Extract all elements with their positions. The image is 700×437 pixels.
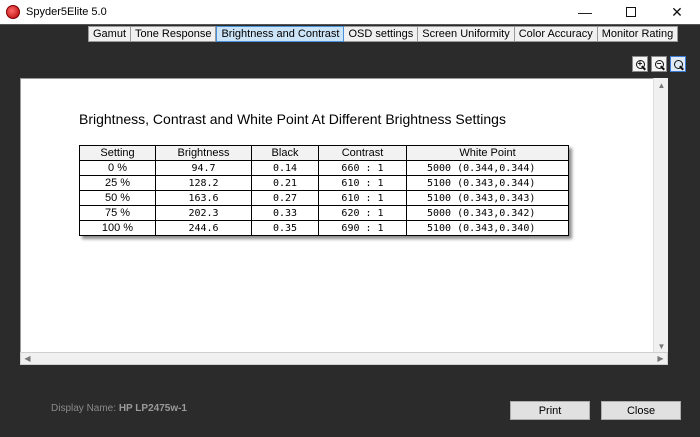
- display-name-value: HP LP2475w-1: [118, 403, 187, 414]
- horizontal-scrollbar[interactable]: ◀ ▶: [20, 352, 668, 365]
- minimize-button[interactable]: —: [562, 0, 608, 24]
- cell-contrast: 660 : 1: [318, 160, 407, 176]
- zoom-out-button[interactable]: −: [651, 56, 667, 72]
- column-header-contrast: Contrast: [318, 145, 407, 161]
- cell-contrast: 690 : 1: [318, 220, 407, 236]
- column-header-setting: Setting: [79, 145, 156, 161]
- column-header-brightness: Brightness: [155, 145, 252, 161]
- cell-white-point: 5100 (0.343,0.344): [406, 175, 569, 191]
- maximize-button[interactable]: [608, 0, 654, 24]
- print-button[interactable]: Print: [510, 401, 590, 420]
- cell-black: 0.21: [251, 175, 319, 191]
- table-row: 75 % 202.3 0.33 620 : 1 5000 (0.343,0.34…: [79, 205, 569, 221]
- scroll-up-icon[interactable]: ▲: [654, 78, 669, 92]
- brightness-contrast-table: Setting Brightness Black Contrast White …: [79, 145, 569, 236]
- cell-brightness: 202.3: [155, 205, 252, 221]
- zoom-in-button[interactable]: +: [632, 56, 648, 72]
- tab-bar: Gamut Tone Response Brightness and Contr…: [88, 26, 679, 42]
- tab-gamut[interactable]: Gamut: [89, 27, 132, 41]
- cell-black: 0.35: [251, 220, 319, 236]
- cell-brightness: 94.7: [155, 160, 252, 176]
- cell-black: 0.33: [251, 205, 319, 221]
- app-logo-icon: [6, 5, 20, 19]
- tab-monitor-rating[interactable]: Monitor Rating: [597, 27, 678, 41]
- scroll-right-icon[interactable]: ▶: [654, 353, 667, 364]
- cell-brightness: 163.6: [155, 190, 252, 206]
- tab-brightness-and-contrast[interactable]: Brightness and Contrast: [216, 26, 345, 42]
- table-row: 100 % 244.6 0.35 690 : 1 5100 (0.343,0.3…: [79, 220, 569, 236]
- cell-setting: 100 %: [79, 220, 156, 236]
- display-name-label: Display Name:: [51, 403, 117, 414]
- title-bar: Spyder5Elite 5.0 — ✕: [0, 0, 700, 24]
- cell-white-point: 5100 (0.343,0.340): [406, 220, 569, 236]
- cell-white-point: 5000 (0.344,0.344): [406, 160, 569, 176]
- report-title: Brightness, Contrast and White Point At …: [79, 111, 506, 127]
- column-header-black: Black: [251, 145, 319, 161]
- maximize-icon: [626, 7, 636, 17]
- cell-white-point: 5000 (0.343,0.342): [406, 205, 569, 221]
- cell-white-point: 5100 (0.343,0.343): [406, 190, 569, 206]
- tab-screen-uniformity[interactable]: Screen Uniformity: [418, 27, 515, 41]
- tab-osd-settings[interactable]: OSD settings: [344, 27, 419, 41]
- zoom-fit-button[interactable]: [670, 56, 686, 72]
- column-header-white-point: White Point: [406, 145, 569, 161]
- vertical-scrollbar[interactable]: ▲ ▼: [653, 78, 668, 353]
- table-row: 25 % 128.2 0.21 610 : 1 5100 (0.343,0.34…: [79, 175, 569, 191]
- cell-setting: 50 %: [79, 190, 156, 206]
- tab-tone-response[interactable]: Tone Response: [131, 27, 217, 41]
- scroll-down-icon[interactable]: ▼: [654, 339, 669, 353]
- cell-black: 0.14: [251, 160, 319, 176]
- report-sheet: Brightness, Contrast and White Point At …: [20, 78, 668, 353]
- cell-setting: 75 %: [79, 205, 156, 221]
- close-icon: ✕: [671, 3, 683, 20]
- cell-setting: 0 %: [79, 160, 156, 176]
- close-button[interactable]: Close: [601, 401, 681, 420]
- window-title: Spyder5Elite 5.0: [26, 6, 107, 18]
- cell-brightness: 244.6: [155, 220, 252, 236]
- close-window-button[interactable]: ✕: [654, 0, 700, 24]
- cell-contrast: 610 : 1: [318, 190, 407, 206]
- cell-brightness: 128.2: [155, 175, 252, 191]
- minimize-icon: —: [578, 4, 592, 20]
- table-row: 0 % 94.7 0.14 660 : 1 5000 (0.344,0.344): [79, 160, 569, 176]
- zoom-toolbar: + −: [632, 56, 686, 72]
- tab-color-accuracy[interactable]: Color Accuracy: [514, 27, 598, 41]
- cell-setting: 25 %: [79, 175, 156, 191]
- cell-contrast: 610 : 1: [318, 175, 407, 191]
- cell-black: 0.27: [251, 190, 319, 206]
- cell-contrast: 620 : 1: [318, 205, 407, 221]
- scroll-left-icon[interactable]: ◀: [21, 353, 34, 364]
- table-header-row: Setting Brightness Black Contrast White …: [79, 145, 569, 161]
- table-row: 50 % 163.6 0.27 610 : 1 5100 (0.343,0.34…: [79, 190, 569, 206]
- display-name-info: Display Name: HP LP2475w-1: [51, 403, 187, 414]
